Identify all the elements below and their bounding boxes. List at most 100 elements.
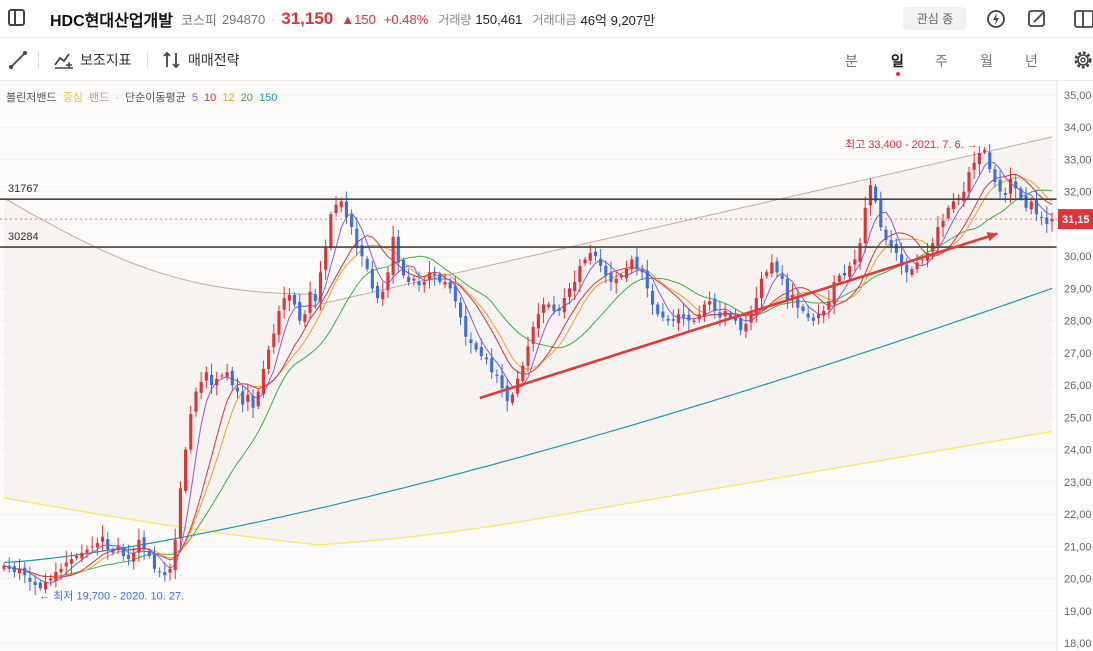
draw-line-icon[interactable] [8,50,28,70]
candle-body [547,304,551,308]
period-minute[interactable]: 분 [845,51,858,71]
edit-icon[interactable] [1026,8,1048,30]
candle-body [842,272,847,276]
indicator-button[interactable]: 보조지표 [54,50,132,70]
candle-body [889,240,893,247]
price-level-label: 31767 [8,183,39,195]
candle-body [495,374,499,376]
candle-body [853,259,857,265]
candle-body [671,319,675,321]
candle-body [75,555,79,558]
candle-body [1014,181,1018,189]
candle-body [23,567,27,576]
stock-code: 294870 [221,11,266,27]
period-month[interactable]: 월 [980,51,993,71]
candle-body [977,153,981,164]
candle-body [303,314,307,322]
candle-body [126,554,131,560]
candle-body [775,261,779,273]
price-change: ▲150 [341,11,376,27]
candle-body [261,369,265,395]
candle-body [324,246,328,270]
amount-value: 46억 9,207만 [580,12,656,28]
candle-body [982,149,987,152]
candle-body [209,374,214,386]
candle-body [583,259,587,264]
candle-body [396,236,400,263]
candle-body [106,539,110,550]
candle-body [292,294,297,305]
candle-body [28,577,32,582]
candle-body [230,370,234,386]
period-week[interactable]: 주 [935,51,948,71]
candle-body [184,449,188,491]
bollinger-band-legend: 밴드 [88,92,110,104]
candle-body [137,539,141,553]
stock-summary: HDC현대산업개발 코스피 294870 · 31,150 ▲150 +0.48… [50,0,665,38]
candle-body [593,251,598,257]
candle-body [391,236,395,275]
candle-body [111,549,115,553]
candle-body [474,343,478,350]
candle-body [588,252,592,261]
candle-body [625,269,629,279]
settings-gear-icon[interactable] [1073,50,1093,70]
candle-body [168,568,172,573]
y-tick-label: 34,00 [1064,122,1092,134]
strategy-button[interactable]: 매매전략 [162,50,240,70]
candle-body [604,265,608,276]
stock-header: HDC현대산업개발 코스피 294870 · 31,150 ▲150 +0.48… [0,0,1093,38]
candle-body [1034,200,1038,215]
candle-body [277,310,281,335]
side-panel-icon[interactable] [1073,8,1093,30]
candle-body [251,396,255,408]
candle-body [910,269,914,275]
candle-body [235,387,240,392]
candle-body [308,291,312,313]
candle-body [298,301,302,321]
candle-body [49,578,53,581]
bollinger-center-legend: 중심 [62,92,83,104]
candle-body [422,281,426,286]
panel-toggle-icon[interactable] [8,9,25,26]
candle-body [630,259,634,270]
y-axis: 35,0034,0033,0032,0031,0030,0029,0028,00… [1064,90,1092,650]
candle-body [458,302,463,318]
candle-body [147,550,151,556]
candle-body [85,549,89,553]
candle-body [578,265,582,282]
candle-body [645,271,649,289]
watch-button[interactable]: 관심 종 [903,7,967,30]
y-tick-label: 24,00 [1064,445,1092,457]
candle-body [650,290,655,305]
candle-body [682,314,686,318]
candle-body [1008,178,1013,194]
candle-body [816,314,821,319]
period-day[interactable]: 일 [891,51,904,71]
candle-body [848,265,852,277]
current-price-tag-label: 31,15 [1062,214,1090,226]
candle-body [552,304,556,311]
flash-icon[interactable] [985,8,1007,30]
candle-body [69,559,74,564]
period-year[interactable]: 년 [1025,51,1038,71]
y-tick-label: 21,00 [1064,541,1092,553]
candle-body [246,394,250,402]
candle-body [241,391,245,405]
candle-body [334,204,338,213]
candle-body [90,546,94,548]
price-chart[interactable]: 31767 30284 최고 33,400 - 2021. 7. 6. → ← 최저… [0,81,1093,651]
candle-body [1029,201,1033,210]
candle-body [189,414,193,450]
candle-body [282,298,286,310]
candle-body [18,568,22,574]
candle-body [739,318,743,331]
current-price: 31,150 [281,9,334,28]
candle-body [64,562,68,567]
candle-body [381,291,385,300]
candle-body [640,270,644,273]
candle-body [194,391,198,412]
candle-body [438,274,442,282]
candle-body [173,539,177,571]
candle-body [417,281,421,286]
